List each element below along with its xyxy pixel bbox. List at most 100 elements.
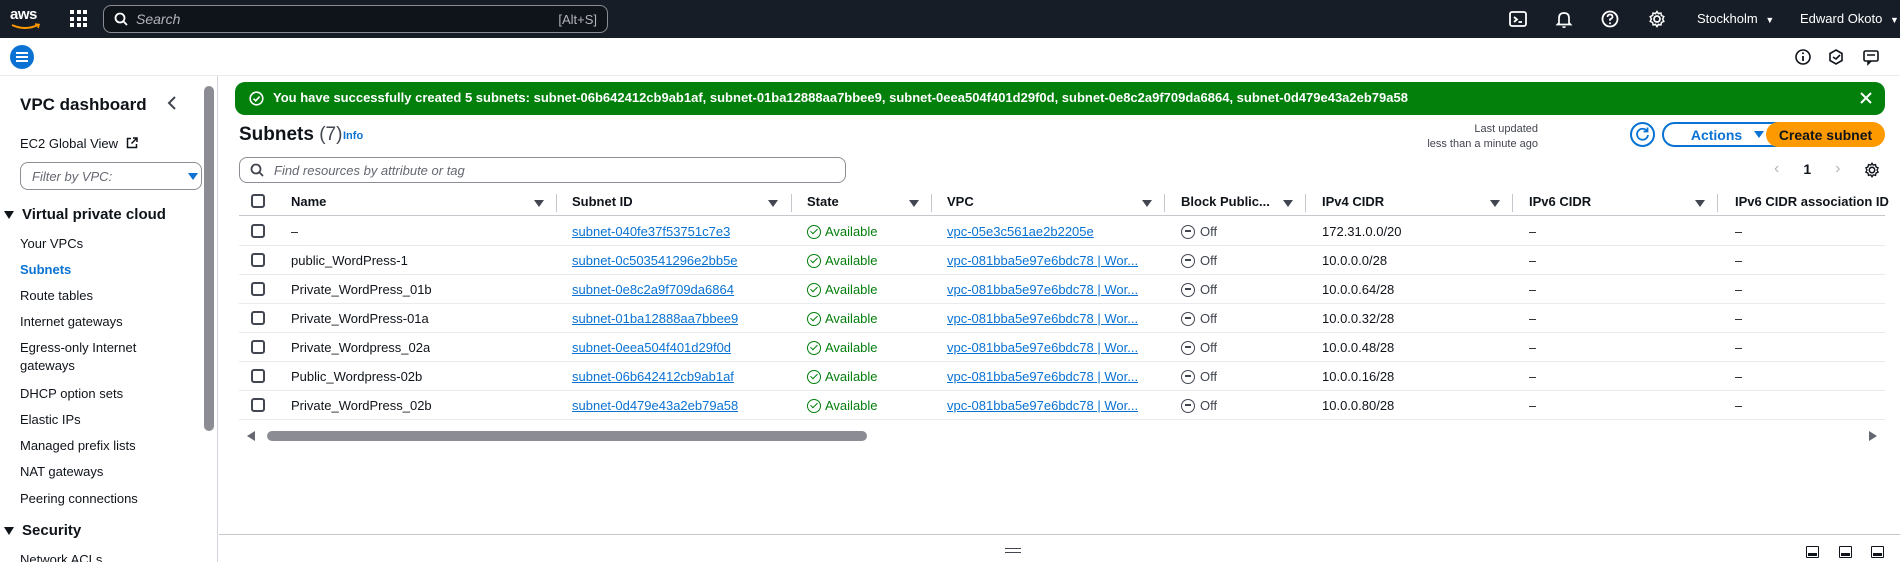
tools-panel-icon[interactable] bbox=[1827, 48, 1845, 66]
sidebar-item-ec2-global-view[interactable]: EC2 Global View bbox=[20, 136, 138, 151]
cell-subnet-id-link[interactable]: subnet-0e8c2a9f709da6864 bbox=[572, 282, 734, 297]
account-user-name: Edward Okoto bbox=[1800, 11, 1883, 26]
settings-gear-icon[interactable] bbox=[1647, 9, 1667, 29]
notifications-bell-icon[interactable] bbox=[1554, 9, 1574, 29]
panel-side-icon[interactable] bbox=[1871, 546, 1884, 558]
previous-page-icon[interactable]: ‹ bbox=[1774, 160, 1779, 178]
feedback-panel-icon[interactable] bbox=[1862, 48, 1880, 66]
row-checkbox[interactable] bbox=[251, 282, 265, 296]
side-navigation-toggle[interactable] bbox=[10, 45, 34, 69]
cell-subnet-id-link[interactable]: subnet-0c503541296e2bb5e bbox=[572, 253, 738, 268]
column-header-ipv6-cidr-association-id[interactable]: IPv6 CIDR association ID bbox=[1735, 194, 1889, 209]
scroll-left-icon[interactable] bbox=[247, 431, 255, 441]
cell-subnet-id-link[interactable]: subnet-0eea504f401d29f0d bbox=[572, 340, 731, 355]
sort-caret-icon[interactable] bbox=[534, 200, 544, 207]
row-checkbox[interactable] bbox=[251, 369, 265, 383]
cell-vpc-link[interactable]: vpc-081bba5e97e6bdc78 | Wor... bbox=[947, 311, 1147, 326]
table-row[interactable]: Private_Wordpress_02a subnet-0eea504f401… bbox=[239, 333, 1885, 362]
column-header-ipv4-cidr[interactable]: IPv4 CIDR bbox=[1322, 194, 1384, 209]
cell-vpc-link[interactable]: vpc-081bba5e97e6bdc78 | Wor... bbox=[947, 282, 1147, 297]
sidebar-item-peering-connections[interactable]: Peering connections bbox=[20, 491, 138, 506]
sidebar-item-your-vpcs[interactable]: Your VPCs bbox=[20, 236, 83, 251]
cell-vpc-link[interactable]: vpc-081bba5e97e6bdc78 | Wor... bbox=[947, 398, 1147, 413]
sidebar-section-security[interactable]: Security bbox=[4, 522, 81, 539]
sidebar-item-route-tables[interactable]: Route tables bbox=[20, 288, 93, 303]
cell-subnet-id-link[interactable]: subnet-040fe37f53751c7e3 bbox=[572, 224, 730, 239]
column-header-name[interactable]: Name bbox=[291, 194, 326, 209]
table-horizontal-scrollbar[interactable] bbox=[247, 430, 1877, 442]
sidebar-item-egress-only-internet-gateways-cont[interactable]: gateways bbox=[20, 358, 75, 373]
state-text: Available bbox=[825, 253, 878, 268]
refresh-button[interactable] bbox=[1630, 122, 1655, 147]
cell-ipv4-cidr: 10.0.0.80/28 bbox=[1322, 398, 1395, 413]
sidebar-item-elastic-ips[interactable]: Elastic IPs bbox=[20, 412, 81, 427]
cell-subnet-id-link[interactable]: subnet-06b642412cb9ab1af bbox=[572, 369, 734, 384]
sidebar-item-nat-gateways[interactable]: NAT gateways bbox=[20, 464, 103, 479]
help-icon[interactable] bbox=[1600, 9, 1620, 29]
sidebar-item-subnets[interactable]: Subnets bbox=[20, 262, 71, 277]
panel-middle-icon[interactable] bbox=[1839, 546, 1852, 558]
sort-caret-icon[interactable] bbox=[1142, 200, 1152, 207]
table-row[interactable]: public_WordPress-1 subnet-0c503541296e2b… bbox=[239, 246, 1885, 275]
sidebar-item-managed-prefix-lists[interactable]: Managed prefix lists bbox=[20, 438, 136, 453]
close-icon[interactable] bbox=[1859, 91, 1873, 105]
create-subnet-button[interactable]: Create subnet bbox=[1766, 122, 1885, 147]
sidebar-item-internet-gateways[interactable]: Internet gateways bbox=[20, 314, 123, 329]
cell-vpc-link[interactable]: vpc-05e3c561ae2b2205e bbox=[947, 224, 1147, 239]
table-row[interactable]: Private_WordPress-01a subnet-01ba12888aa… bbox=[239, 304, 1885, 333]
aws-logo[interactable]: aws bbox=[10, 6, 42, 32]
sort-caret-icon[interactable] bbox=[1490, 200, 1500, 207]
row-checkbox[interactable] bbox=[251, 398, 265, 412]
table-preferences-gear-icon[interactable] bbox=[1863, 161, 1881, 179]
cell-name: Public_Wordpress-02b bbox=[291, 369, 423, 384]
row-checkbox[interactable] bbox=[251, 253, 265, 267]
cell-block-public-access: Off bbox=[1181, 340, 1217, 355]
sort-caret-icon[interactable] bbox=[1283, 200, 1293, 207]
table-row[interactable]: Private_WordPress_02b subnet-0d479e43a2e… bbox=[239, 391, 1885, 420]
column-header-subnet-id[interactable]: Subnet ID bbox=[572, 194, 633, 209]
resize-handle-icon[interactable] bbox=[1005, 548, 1021, 553]
sidebar-item-dhcp-option-sets[interactable]: DHCP option sets bbox=[20, 386, 123, 401]
panel-bottom-icon[interactable] bbox=[1806, 546, 1819, 558]
info-link[interactable]: Info bbox=[343, 130, 363, 142]
column-header-block-public-access[interactable]: Block Public... bbox=[1181, 194, 1270, 209]
column-header-state[interactable]: State bbox=[807, 194, 839, 209]
table-row[interactable]: Private_WordPress_01b subnet-0e8c2a9f709… bbox=[239, 275, 1885, 304]
region-selector[interactable]: Stockholm ▼ bbox=[1697, 11, 1774, 26]
sort-caret-icon[interactable] bbox=[909, 200, 919, 207]
table-filter-input[interactable]: Find resources by attribute or tag bbox=[239, 157, 846, 183]
row-checkbox[interactable] bbox=[251, 224, 265, 238]
global-search-input[interactable]: Search [Alt+S] bbox=[103, 5, 608, 33]
row-checkbox[interactable] bbox=[251, 340, 265, 354]
sidebar-scrollbar[interactable] bbox=[204, 86, 214, 431]
column-header-vpc[interactable]: VPC bbox=[947, 194, 974, 209]
cloudshell-icon[interactable] bbox=[1508, 9, 1528, 29]
cell-vpc-link[interactable]: vpc-081bba5e97e6bdc78 | Wor... bbox=[947, 369, 1147, 384]
account-menu[interactable]: Edward Okoto ▼ bbox=[1800, 11, 1899, 26]
table-row[interactable]: – subnet-040fe37f53751c7e3 Available vpc… bbox=[239, 217, 1885, 246]
row-checkbox[interactable] bbox=[251, 311, 265, 325]
collapse-sidebar-icon[interactable] bbox=[166, 96, 178, 110]
scrollbar-thumb[interactable] bbox=[267, 431, 867, 441]
cell-vpc-link[interactable]: vpc-081bba5e97e6bdc78 | Wor... bbox=[947, 253, 1147, 268]
table-row[interactable]: Public_Wordpress-02b subnet-06b642412cb9… bbox=[239, 362, 1885, 391]
sidebar-section-virtual-private-cloud[interactable]: Virtual private cloud bbox=[4, 206, 166, 223]
vpc-filter-select[interactable]: Filter by VPC: bbox=[20, 162, 202, 190]
cell-vpc-link[interactable]: vpc-081bba5e97e6bdc78 | Wor... bbox=[947, 340, 1147, 355]
column-header-ipv6-cidr[interactable]: IPv6 CIDR bbox=[1529, 194, 1591, 209]
scroll-right-icon[interactable] bbox=[1869, 431, 1877, 441]
services-grid-icon[interactable] bbox=[70, 10, 87, 27]
select-all-checkbox[interactable] bbox=[251, 194, 265, 208]
info-panel-icon[interactable] bbox=[1794, 48, 1812, 66]
sidebar-item-egress-only-internet-gateways[interactable]: Egress-only Internet bbox=[20, 340, 136, 355]
sidebar-item-network-acls[interactable]: Network ACLs bbox=[20, 552, 102, 562]
sort-caret-icon[interactable] bbox=[1695, 200, 1705, 207]
cell-subnet-id-link[interactable]: subnet-0d479e43a2eb79a58 bbox=[572, 398, 738, 413]
sidebar-title[interactable]: VPC dashboard bbox=[20, 95, 147, 115]
next-page-icon[interactable]: › bbox=[1835, 160, 1840, 178]
cell-subnet-id-link[interactable]: subnet-01ba12888aa7bbee9 bbox=[572, 311, 738, 326]
page-number[interactable]: 1 bbox=[1803, 161, 1811, 177]
success-flash-banner: You have successfully created 5 subnets:… bbox=[235, 82, 1885, 115]
sort-caret-icon[interactable] bbox=[768, 200, 778, 207]
cell-block-public-access: Off bbox=[1181, 311, 1217, 326]
